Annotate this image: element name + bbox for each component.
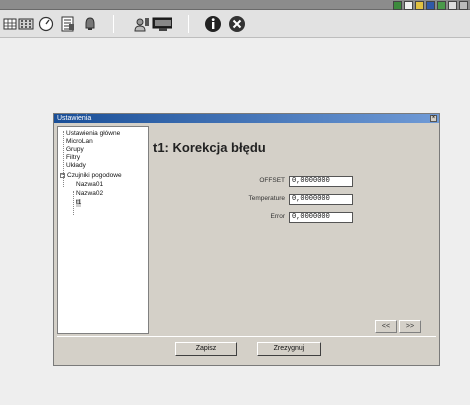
- top-strip: [0, 0, 470, 10]
- field-label: Error: [270, 213, 285, 220]
- tree-item-label: Czujniki pogodowe: [67, 172, 122, 179]
- toolbar: [0, 10, 470, 38]
- tray-icon-4[interactable]: [426, 0, 435, 10]
- error-field[interactable]: 0,0000000: [289, 212, 353, 223]
- tray-icon-1[interactable]: [393, 0, 402, 10]
- clock-icon[interactable]: [36, 15, 56, 33]
- tray-icon-7[interactable]: [459, 0, 468, 10]
- cancel-button[interactable]: Zrezygnuj: [257, 342, 321, 356]
- tree-item-label: Nazwa01: [76, 181, 104, 188]
- tree-item-weather-sensors[interactable]: – Czujniki pogodowe: [60, 172, 122, 180]
- field-row-offset: OFFSET 0,0000000: [209, 176, 353, 187]
- tray-icon-6[interactable]: [448, 0, 457, 10]
- tree-item-label: Filtry: [66, 154, 81, 161]
- save-button[interactable]: Zapisz: [175, 342, 237, 356]
- field-row-temperature: Temperature 0,0000000: [209, 194, 353, 205]
- tree-item-label: t1: [76, 199, 82, 206]
- settings-dialog: Ustawienia × Ustawienia główne MicroLan …: [53, 113, 440, 366]
- page-title: t1: Korekcja błędu: [153, 140, 266, 155]
- close-circle-icon[interactable]: [227, 15, 247, 33]
- settings-tree: Ustawienia główne MicroLan Grupy Filtry …: [57, 126, 149, 334]
- tree-item-t1[interactable]: t1: [76, 199, 82, 207]
- settings-panel: t1: Korekcja błędu OFFSET 0,0000000 Temp…: [149, 126, 437, 334]
- next-button[interactable]: >>: [399, 320, 421, 333]
- bell-icon[interactable]: [80, 15, 100, 33]
- dialog-close-button[interactable]: ×: [430, 115, 437, 122]
- tray-icon-2[interactable]: [404, 0, 413, 10]
- temperature-field[interactable]: 0,0000000: [289, 194, 353, 205]
- tree-item-sensor-2[interactable]: Nazwa02: [76, 190, 103, 198]
- tray-icon-3[interactable]: [415, 0, 424, 10]
- info-icon[interactable]: [203, 15, 223, 33]
- field-label: OFFSET: [259, 177, 285, 184]
- monitor-icon[interactable]: [152, 15, 172, 33]
- tree-item-groups[interactable]: Grupy: [66, 146, 84, 154]
- collapse-icon[interactable]: –: [60, 172, 65, 178]
- toolbar-separator: [113, 15, 114, 33]
- dialog-titlebar[interactable]: Ustawienia ×: [54, 114, 439, 123]
- tree-item-label: MicroLan: [66, 138, 93, 145]
- tree-item-label: Nazwa02: [76, 190, 104, 197]
- tray-icon-5[interactable]: [437, 0, 446, 10]
- field-row-error: Error 0,0000000: [209, 212, 353, 223]
- tree-item-filters[interactable]: Filtry: [66, 154, 80, 162]
- tree-item-sensor-1[interactable]: Nazwa01: [76, 181, 103, 189]
- tree-item-label: Grupy: [66, 146, 84, 153]
- divider: [57, 336, 436, 337]
- user-group-icon[interactable]: [132, 15, 152, 33]
- tree-item-label: Ustawienia główne: [66, 130, 121, 137]
- tree-connector: [73, 191, 74, 215]
- tree-item-microlan[interactable]: MicroLan: [66, 138, 93, 146]
- tree-item-layouts[interactable]: Układy: [66, 162, 86, 170]
- tree-item-main-settings[interactable]: Ustawienia główne: [66, 130, 120, 138]
- list-icon[interactable]: [58, 15, 78, 33]
- toolbar-separator: [188, 15, 189, 33]
- offset-field[interactable]: 0,0000000: [289, 176, 353, 187]
- dialog-title: Ustawienia: [57, 115, 92, 122]
- field-label: Temperature: [248, 195, 286, 202]
- prev-button[interactable]: <<: [375, 320, 397, 333]
- tree-item-label: Układy: [66, 162, 86, 169]
- matrix-icon[interactable]: [16, 15, 36, 33]
- system-tray: [393, 0, 468, 10]
